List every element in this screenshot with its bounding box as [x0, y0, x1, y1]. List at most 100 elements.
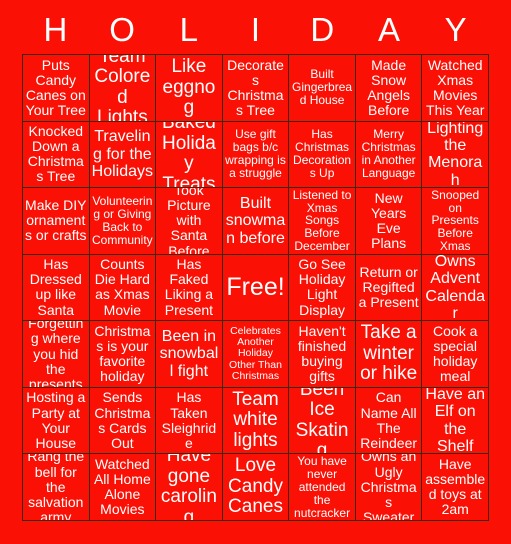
- bingo-cell-r1c1[interactable]: Puts Candy Canes on Your Tree: [23, 55, 90, 122]
- bingo-cell-r3c5[interactable]: Listened to Xmas Songs Before December: [289, 188, 356, 255]
- bingo-cell-label: Traveling for the Holidays: [91, 128, 154, 180]
- bingo-cell-r6c1[interactable]: Hosting a Party at Your House: [23, 387, 90, 455]
- title-letter-h: H: [43, 11, 68, 48]
- bingo-cell-label: Rang the bell for the salvation army: [27, 454, 85, 521]
- bingo-cell-r7c3[interactable]: Have gone caroling: [156, 454, 223, 521]
- bingo-cell-label: Team white lights: [232, 388, 279, 451]
- bingo-grid: Puts Candy Canes on Your Tree Team Colore…: [22, 54, 489, 521]
- bingo-cell-label: Built snowman before: [225, 195, 286, 247]
- bingo-cell-label: Puts Candy Canes on Your Tree: [25, 56, 86, 118]
- bingo-cell-r3c2[interactable]: Volunteering or Giving Back to Community: [89, 188, 157, 255]
- bingo-cell-label: Volunteering or Giving Back to Community: [92, 194, 153, 247]
- bingo-cell-label: Team Colored Lights: [94, 55, 151, 122]
- bingo-cell-r2c4[interactable]: Use gift bags b/c wrapping is a struggle: [222, 121, 290, 189]
- bingo-cell-label: Has Christmas Decorations Up: [293, 127, 352, 181]
- bingo-cell-label: Take a winter or hike: [360, 322, 418, 385]
- bingo-cell-label: Use gift bags b/c wrapping is a struggle: [225, 127, 286, 181]
- bingo-cell-r6c6[interactable]: Can Name All The Reindeer: [355, 387, 423, 455]
- bingo-cell-r2c7[interactable]: Lighting the Menorah: [422, 121, 489, 189]
- bingo-cell-label: Christmas is your favorite holiday: [94, 322, 151, 385]
- bingo-cell-r2c5[interactable]: Has Christmas Decorations Up: [289, 121, 356, 189]
- bingo-cell-r7c4[interactable]: Love Candy Canes: [222, 454, 290, 521]
- bingo-cell-r2c6[interactable]: Merry Christmas in Another Language: [355, 121, 423, 189]
- title-letter-l: L: [179, 11, 198, 48]
- bingo-free-space[interactable]: Free!: [222, 254, 290, 322]
- bingo-cell-r6c4[interactable]: Team white lights: [222, 387, 290, 455]
- bingo-cell-r7c5[interactable]: You have never attended the nutcracker: [289, 454, 356, 521]
- bingo-cell-label: Lighting the Menorah: [427, 121, 484, 189]
- bingo-cell-r5c7[interactable]: Cook a special holiday meal: [422, 321, 489, 388]
- bingo-cell-label: Return or Regifted a Present: [358, 263, 419, 311]
- card-title-holiday: HOLIDAY: [22, 6, 489, 54]
- bingo-cell-r2c1[interactable]: Knocked Down a Christmas Tree: [23, 121, 90, 189]
- bingo-cell-r1c7[interactable]: Watched Xmas Movies This Year: [422, 55, 489, 122]
- bingo-cell-label: Have an Elf on the Shelf: [425, 387, 485, 455]
- bingo-cell-label: Go See Holiday Light Display: [298, 256, 346, 318]
- title-letter-y: Y: [444, 11, 467, 48]
- bingo-cell-label: Been Ice Skating: [295, 387, 349, 455]
- bingo-cell-label: Make DIY ornaments or crafts: [25, 197, 87, 244]
- bingo-card: HOLIDAY Puts Candy Canes on Your Tree Tea…: [0, 0, 511, 544]
- bingo-cell-label: Baked Holiday Treats: [161, 121, 216, 189]
- bingo-cell-r3c4[interactable]: Built snowman before: [222, 188, 290, 255]
- bingo-cell-r6c3[interactable]: Has Taken Sleighride: [156, 387, 223, 455]
- title-letter-d: D: [310, 11, 335, 48]
- bingo-cell-label: Owns an Ugly Christmas Sweater: [360, 454, 417, 521]
- bingo-cell-label: Owns Advent Calendar: [425, 254, 485, 322]
- bingo-cell-r6c2[interactable]: Sends Christmas Cards Out: [89, 387, 157, 455]
- bingo-cell-r1c6[interactable]: Made Snow Angels Before: [355, 55, 423, 122]
- bingo-cell-label: Sends Christmas Cards Out: [94, 389, 151, 451]
- bingo-cell-r5c5[interactable]: Haven't finished buying gifts: [289, 321, 356, 388]
- bingo-cell-r4c5[interactable]: Go See Holiday Light Display: [289, 254, 356, 322]
- bingo-cell-label: Love Candy Canes: [228, 455, 283, 518]
- bingo-cell-r4c6[interactable]: Return or Regifted a Present: [355, 254, 423, 322]
- bingo-cell-label: You have never attended the nutcracker: [294, 454, 351, 520]
- bingo-cell-label: Watched Xmas Movies This Year: [426, 56, 485, 118]
- bingo-cell-r6c7[interactable]: Have an Elf on the Shelf: [422, 387, 489, 455]
- bingo-cell-r7c7[interactable]: Have assembled toys at 2am: [422, 454, 489, 521]
- bingo-cell-r3c6[interactable]: New Years Eve Plans: [355, 188, 423, 255]
- bingo-cell-r1c5[interactable]: Built Gingerbread House: [289, 55, 356, 122]
- bingo-cell-r3c1[interactable]: Make DIY ornaments or crafts: [23, 188, 90, 255]
- bingo-cell-label: Have gone caroling: [160, 454, 217, 521]
- bingo-cell-r4c3[interactable]: Has Faked Liking a Present: [156, 254, 223, 322]
- bingo-cell-r6c5[interactable]: Been Ice Skating: [289, 387, 356, 455]
- bingo-cell-label: Free!: [226, 272, 285, 301]
- bingo-cell-r1c3[interactable]: Like eggnog: [156, 55, 223, 122]
- bingo-cell-r7c1[interactable]: Rang the bell for the salvation army: [23, 454, 90, 521]
- bingo-cell-r4c1[interactable]: Has Dressed up like Santa: [23, 254, 90, 322]
- bingo-cell-r5c6[interactable]: Take a winter or hike: [355, 321, 423, 388]
- title-letter-a: A: [377, 11, 400, 48]
- bingo-cell-r7c6[interactable]: Owns an Ugly Christmas Sweater: [355, 454, 423, 521]
- bingo-cell-r2c3[interactable]: Baked Holiday Treats: [156, 121, 223, 189]
- bingo-cell-r1c2[interactable]: Team Colored Lights: [89, 55, 157, 122]
- bingo-cell-label: Hosting a Party at Your House: [26, 389, 86, 451]
- bingo-cell-label: Celebrates Another Holiday Other Than Ch…: [229, 324, 282, 383]
- bingo-cell-label: New Years Eve Plans: [370, 189, 407, 252]
- bingo-cell-label: Has Faked Liking a Present: [164, 256, 214, 318]
- bingo-cell-r2c2[interactable]: Traveling for the Holidays: [89, 121, 157, 189]
- bingo-cell-label: Can Name All The Reindeer: [360, 389, 418, 451]
- bingo-cell-r1c4[interactable]: Decorates Christmas Tree: [222, 55, 290, 122]
- bingo-cell-r5c1[interactable]: Forgetting where you hid the presents: [23, 321, 90, 388]
- bingo-cell-r7c2[interactable]: Watched All Home Alone Movies: [89, 454, 157, 521]
- bingo-cell-r5c2[interactable]: Christmas is your favorite holiday: [89, 321, 157, 388]
- bingo-cell-label: Have assembled toys at 2am: [425, 455, 486, 518]
- bingo-cell-label: Cook a special holiday meal: [433, 322, 478, 385]
- bingo-cell-r4c2[interactable]: Counts Die Hard as Xmas Movie: [89, 254, 157, 322]
- bingo-cell-label: Been in snowball fight: [159, 328, 219, 380]
- bingo-cell-label: Haven't finished buying gifts: [297, 322, 347, 385]
- bingo-cell-r3c3[interactable]: Took Picture with Santa Before: [156, 188, 223, 255]
- bingo-cell-r5c3[interactable]: Been in snowball fight: [156, 321, 223, 388]
- bingo-cell-label: Snooped on Presents Before Xmas: [431, 188, 480, 254]
- bingo-cell-r5c4[interactable]: Celebrates Another Holiday Other Than Ch…: [222, 321, 290, 388]
- title-letter-o: O: [109, 11, 135, 48]
- bingo-cell-label: Watched All Home Alone Movies: [93, 455, 151, 518]
- title-letter-i: I: [250, 11, 261, 48]
- bingo-cell-label: Listened to Xmas Songs Before December: [292, 188, 352, 254]
- bingo-cell-label: Counts Die Hard as Xmas Movie: [94, 256, 150, 318]
- bingo-cell-r3c7[interactable]: Snooped on Presents Before Xmas: [422, 188, 489, 255]
- bingo-cell-r4c7[interactable]: Owns Advent Calendar: [422, 254, 489, 322]
- bingo-cell-label: Forgetting where you hid the presents: [28, 321, 84, 388]
- bingo-cell-label: Took Picture with Santa Before: [167, 188, 211, 255]
